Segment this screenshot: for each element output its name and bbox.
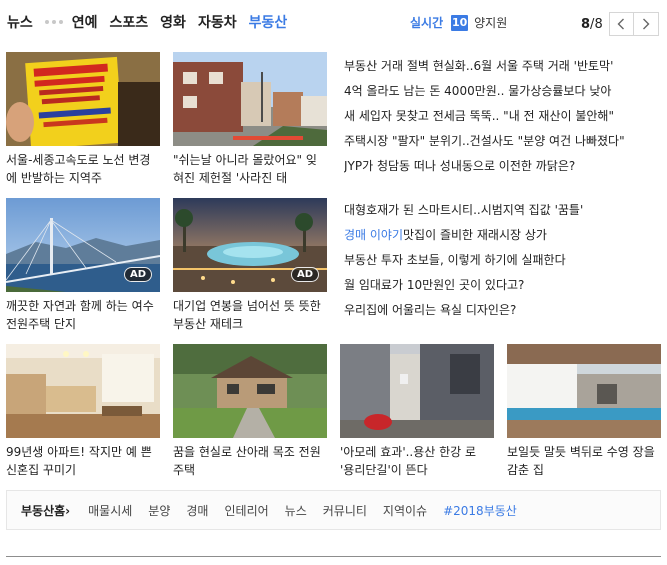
realtime-label: 실시간 — [410, 16, 444, 30]
headline-item[interactable]: 새 세입자 못찾고 전세금 뚝뚝.. "내 전 재산이 불안해" — [344, 107, 654, 132]
news-card[interactable]: 서울-세종고속도로 노선 변경에 반발하는 지역주 — [6, 52, 160, 187]
pagination: 8 / 8 — [581, 12, 659, 36]
headline-item[interactable]: 4억 올라도 남는 돈 4000만원.. 물가상승률보다 낮아 — [344, 82, 654, 107]
tab-news[interactable]: 뉴스 — [7, 12, 33, 32]
protest-sign-photo[interactable] — [6, 52, 160, 146]
tab-sports[interactable]: 스포츠 — [110, 12, 149, 32]
card-caption[interactable]: '아모레 효과'..용산 한강 로 '용리단길'이 뜬다 — [340, 443, 494, 479]
more-dots-icon[interactable] — [44, 20, 63, 24]
real-estate-menu: 부동산홈› 매물시세 분양 경매 인테리어 뉴스 커뮤니티 지역이슈 #2018… — [6, 490, 661, 530]
headline-item[interactable]: 경매 이야기맛집이 즐비한 재래시장 상가 — [344, 226, 654, 251]
news-card[interactable]: 보일듯 말듯 벽뒤로 수영 장을 감춘 집 — [507, 344, 661, 479]
news-card[interactable]: 99년생 아파트! 작지만 예 쁜 신혼집 꾸미기 — [6, 344, 160, 479]
card-caption[interactable]: 깨끗한 자연과 함께 하는 여수 전원주택 단지 — [6, 297, 160, 333]
tab-cars[interactable]: 자동차 — [198, 12, 237, 32]
card-caption[interactable]: 보일듯 말듯 벽뒤로 수영 장을 감춘 집 — [507, 443, 661, 479]
menu-item-news[interactable]: 뉴스 — [285, 502, 307, 519]
ad-badge: AD — [290, 267, 319, 282]
headline-list-top: 부동산 거래 절벽 현실화..6월 서울 주택 거래 '반토막' 4억 올라도 … — [344, 57, 654, 182]
ad-card[interactable]: AD 깨끗한 자연과 함께 하는 여수 전원주택 단지 — [6, 198, 160, 333]
card-caption[interactable]: 꿈을 현실로 산아래 목조 전원주택 — [173, 443, 327, 479]
apartment-interior-photo[interactable] — [6, 344, 160, 438]
headline-item[interactable]: 우리집에 어울리는 욕실 디자인은? — [344, 301, 654, 326]
tab-movies[interactable]: 영화 — [160, 12, 186, 32]
chevron-right-icon: › — [65, 503, 71, 518]
menu-item-auction[interactable]: 경매 — [186, 502, 208, 519]
headline-list-middle: 대형호재가 된 스마트시티..시범지역 집값 '꿈틀' 경매 이야기맛집이 즐비… — [344, 201, 654, 326]
menu-item-community[interactable]: 커뮤니티 — [323, 502, 367, 519]
section-nav: 뉴스 연예 스포츠 영화 자동차 부동산 실시간 10 양지원 8 / 8 — [0, 0, 667, 44]
page-current: 8 — [581, 16, 591, 32]
page-total: 8 — [594, 16, 603, 32]
wooden-house-photo[interactable] — [173, 344, 327, 438]
headline-item[interactable]: 월 임대료가 10만원인 곳이 있다고? — [344, 276, 654, 301]
realtime-term[interactable]: 양지원 — [474, 14, 507, 31]
news-card[interactable]: "쉬는날 아니라 몰랐어요" 잊혀진 제헌절 '사라진 태 — [173, 52, 327, 187]
card-caption[interactable]: "쉬는날 아니라 몰랐어요" 잊혀진 제헌절 '사라진 태 — [173, 151, 327, 187]
menu-item-interior[interactable]: 인테리어 — [224, 502, 268, 519]
menu-item-local-issues[interactable]: 지역이슈 — [383, 502, 427, 519]
menu-item-hashtag[interactable]: #2018부동산 — [443, 502, 517, 519]
menu-item-presale[interactable]: 분양 — [148, 502, 170, 519]
tab-real-estate[interactable]: 부동산 — [249, 12, 288, 32]
card-caption[interactable]: 서울-세종고속도로 노선 변경에 반발하는 지역주 — [6, 151, 160, 187]
prev-page-button[interactable] — [608, 12, 634, 36]
realtime-ranking[interactable]: 실시간 10 양지원 — [410, 14, 507, 31]
news-card[interactable]: '아모레 효과'..용산 한강 로 '용리단길'이 뜬다 — [340, 344, 494, 479]
bridge-landscape-photo[interactable]: AD — [6, 198, 160, 292]
realtime-rank-badge: 10 — [451, 14, 469, 31]
card-caption[interactable]: 99년생 아파트! 작지만 예 쁜 신혼집 꾸미기 — [6, 443, 160, 479]
chevron-right-icon — [642, 18, 650, 30]
resort-pool-photo[interactable]: AD — [173, 198, 327, 292]
real-estate-home-link[interactable]: 부동산홈› — [21, 502, 70, 519]
headline-text[interactable]: 맛집이 즐비한 재래시장 상가 — [403, 228, 547, 242]
headline-item[interactable]: 주택시장 "팔자" 분위기..건설사도 "분양 여건 나빠졌다" — [344, 132, 654, 157]
news-card[interactable]: 꿈을 현실로 산아래 목조 전원주택 — [173, 344, 327, 479]
category-tabs: 뉴스 연예 스포츠 영화 자동차 부동산 — [7, 12, 299, 32]
chevron-left-icon — [617, 18, 625, 30]
hillside-street-photo[interactable] — [173, 52, 327, 146]
ad-card[interactable]: AD 대기업 연봉을 넘어선 뜻 뜻한 부동산 재테크 — [173, 198, 327, 333]
alley-street-photo[interactable] — [340, 344, 494, 438]
headline-category[interactable]: 경매 이야기 — [344, 228, 403, 242]
headline-item[interactable]: 부동산 거래 절벽 현실화..6월 서울 주택 거래 '반토막' — [344, 57, 654, 82]
ad-badge: AD — [123, 267, 152, 282]
next-page-button[interactable] — [633, 12, 659, 36]
real-estate-home-label[interactable]: 부동산홈 — [21, 504, 65, 518]
headline-item[interactable]: 부동산 투자 초보들, 이렇게 하기에 실패한다 — [344, 251, 654, 276]
divider — [6, 556, 661, 557]
headline-item[interactable]: 대형호재가 된 스마트시티..시범지역 집값 '꿈틀' — [344, 201, 654, 226]
modern-pool-house-photo[interactable] — [507, 344, 661, 438]
headline-item[interactable]: JYP가 청담동 떠나 성내동으로 이전한 까닭은? — [344, 157, 654, 182]
card-caption[interactable]: 대기업 연봉을 넘어선 뜻 뜻한 부동산 재테크 — [173, 297, 327, 333]
menu-item-listings[interactable]: 매물시세 — [88, 502, 132, 519]
tab-entertainment[interactable]: 연예 — [72, 12, 98, 32]
